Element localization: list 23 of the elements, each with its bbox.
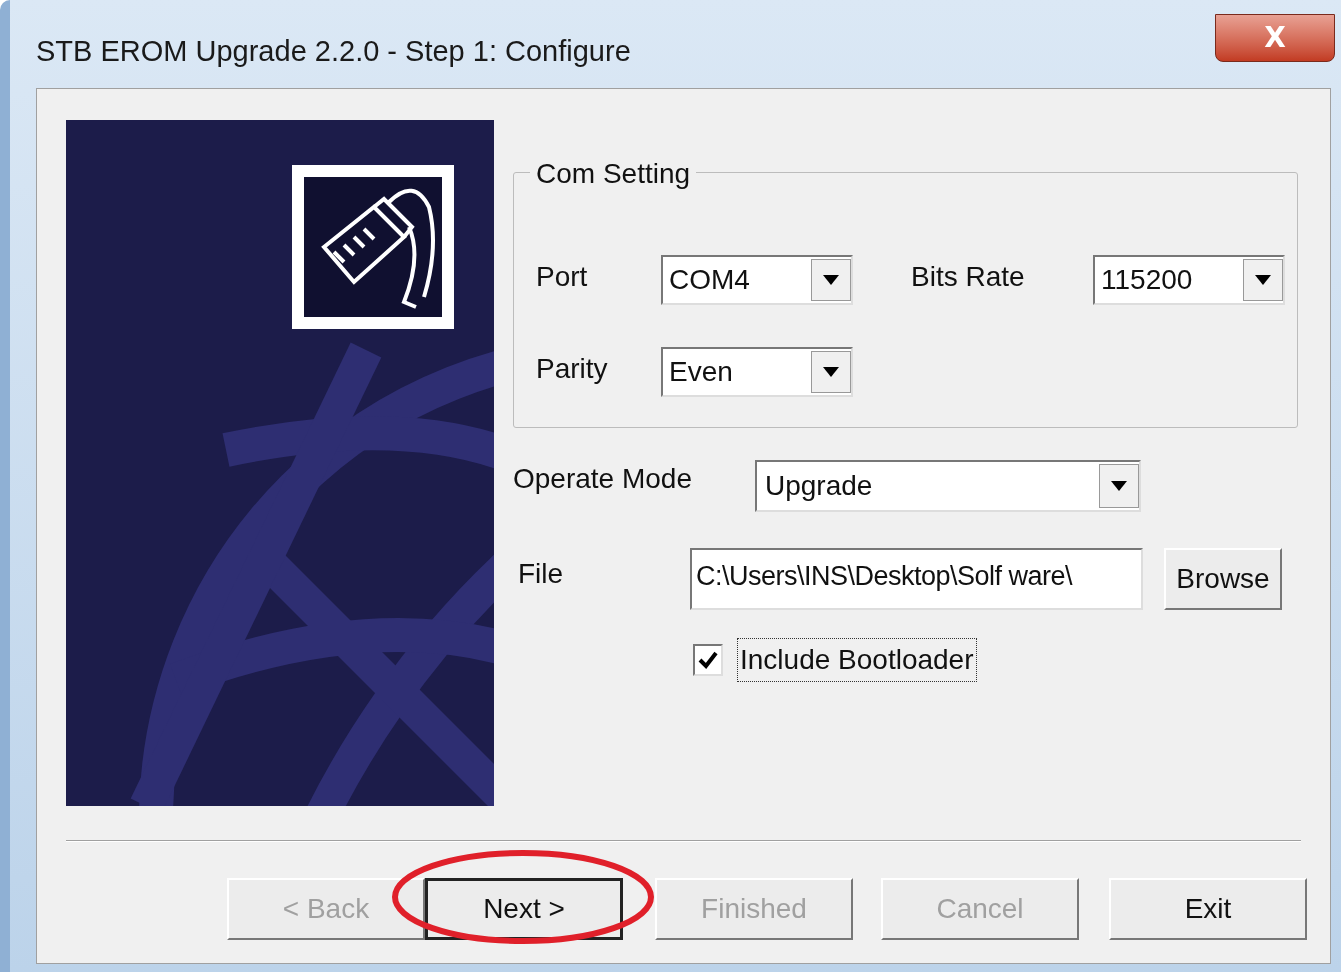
dropdown-value: COM4 — [668, 263, 751, 297]
operate-mode-dropdown[interactable]: Upgrade — [755, 460, 1141, 512]
field-label: Bits Rate — [911, 260, 1026, 294]
operate-mode-label: Operate Mode — [513, 462, 693, 496]
dropdown[interactable]: COM4 — [661, 255, 853, 305]
include-bootloader-label[interactable]: Include Bootloader — [737, 638, 977, 682]
dialog-button[interactable]: Exit — [1109, 878, 1307, 940]
dropdown[interactable]: 115200 — [1093, 255, 1285, 305]
browse-button[interactable]: Browse — [1164, 548, 1282, 610]
dropdown-value: Upgrade — [764, 469, 874, 503]
file-path-value: C:\Users\INS\Desktop\Solf ware\ — [696, 561, 1073, 591]
field-label: Port — [536, 260, 589, 294]
dropdown-value: 115200 — [1100, 263, 1194, 297]
file-label: File — [517, 557, 565, 591]
dialog-button[interactable]: Next > — [425, 878, 623, 940]
dropdown-value: Even — [668, 355, 734, 389]
checkmark-icon — [698, 651, 718, 669]
checkbox[interactable] — [693, 644, 723, 676]
file-path-field[interactable]: C:\Users\INS\Desktop\Solf ware\ — [690, 548, 1143, 610]
dropdown[interactable]: Even — [661, 347, 853, 397]
network-plug-icon — [292, 165, 454, 329]
field-label: Parity — [536, 352, 609, 386]
window-title: STB EROM Upgrade 2.2.0 - Step 1: Configure — [36, 34, 631, 69]
